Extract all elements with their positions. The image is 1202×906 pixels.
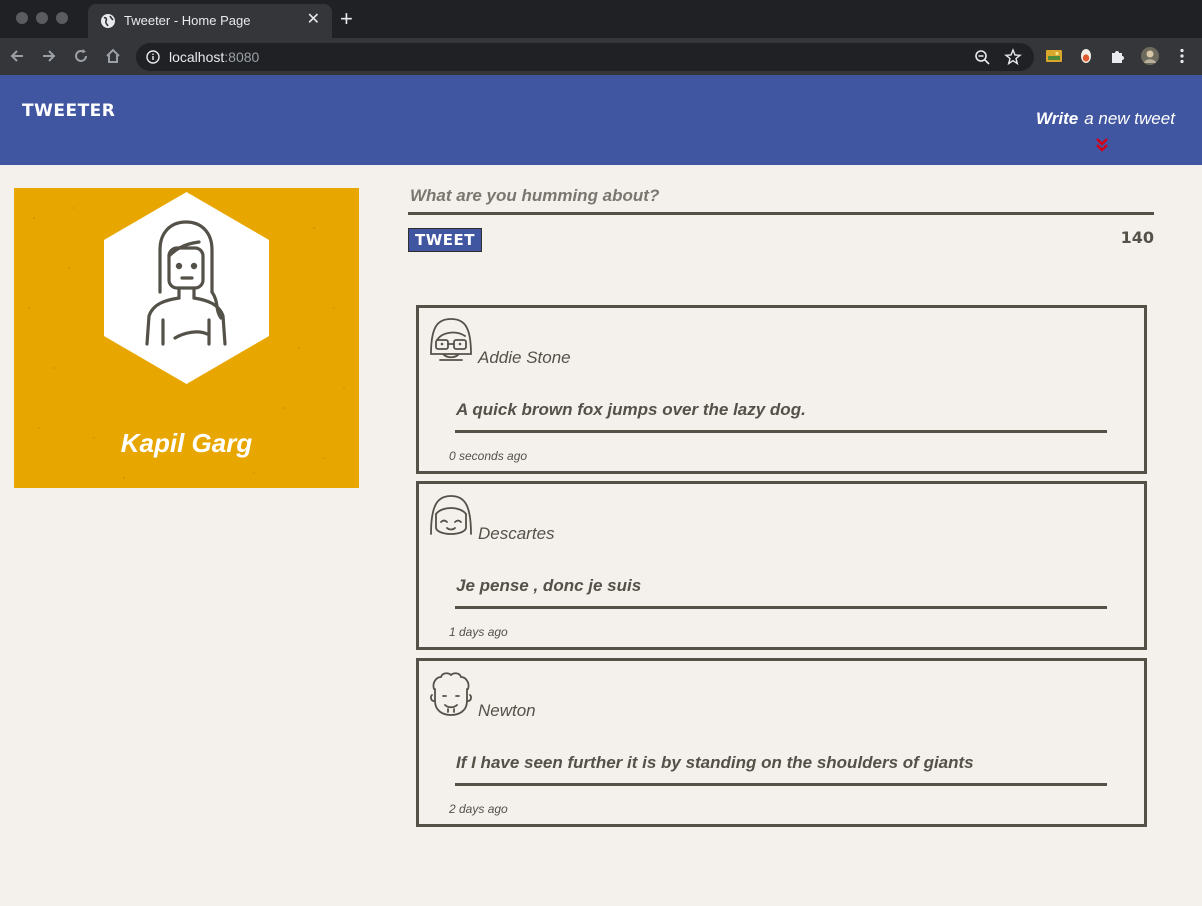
extension-pill-icon[interactable] [1077, 47, 1095, 65]
info-icon[interactable] [146, 50, 160, 64]
browser-tab-bar: Tweeter - Home Page ✕ + [0, 0, 1202, 38]
character-counter: 140 [1120, 228, 1154, 247]
globe-icon [101, 14, 115, 28]
window-zoom-dot[interactable] [56, 12, 68, 24]
tweet-author: Descartes [478, 524, 555, 543]
url-text: localhost:8080 [169, 49, 259, 65]
url-port: :8080 [224, 49, 260, 65]
app-logo[interactable]: TWEETER [22, 101, 115, 121]
browser-toolbar: localhost:8080 [0, 38, 1202, 75]
profile-avatar-icon[interactable] [1141, 47, 1159, 65]
tweet-author: Newton [478, 701, 536, 720]
app-header: TWEETER Write a new tweet [0, 75, 1202, 165]
tweet-timestamp: 1 days ago [449, 625, 508, 639]
tweet-composer: TWEET 140 [408, 180, 1154, 252]
back-arrow-icon[interactable] [7, 46, 27, 66]
tweet-author: Addie Stone [478, 348, 571, 367]
tweet-content: Je pense , donc je suis [456, 576, 642, 595]
tweet-divider [455, 430, 1107, 433]
tweet-content: If I have seen further it is by standing… [456, 753, 974, 772]
new-tab-button[interactable]: + [340, 7, 353, 31]
address-bar[interactable]: localhost:8080 [136, 43, 1034, 71]
profile-name: Kapil Garg [120, 428, 253, 458]
profile-card: Kapil Garg [14, 188, 359, 488]
compose-toggle-label: a new tweet [1084, 109, 1175, 128]
tweet-timestamp: 0 seconds ago [449, 449, 528, 463]
puzzle-extensions-icon[interactable] [1109, 47, 1127, 65]
zoom-out-icon[interactable] [974, 49, 990, 65]
home-icon[interactable] [103, 46, 123, 66]
browser-tab[interactable]: Tweeter - Home Page ✕ [88, 4, 332, 38]
tweet-divider [455, 606, 1107, 609]
curly-hair-avatar-icon [430, 672, 472, 716]
compose-toggle[interactable]: Write a new tweet [1036, 109, 1175, 129]
extension-screenshot-icon[interactable] [1045, 47, 1063, 65]
girl-glasses-avatar-icon [430, 318, 472, 361]
forward-arrow-icon[interactable] [39, 46, 59, 66]
tweet-divider [455, 783, 1107, 786]
bookmark-star-icon[interactable] [1004, 48, 1022, 66]
double-chevron-down-icon[interactable] [1095, 137, 1109, 153]
tab-close-icon[interactable]: ✕ [307, 11, 320, 29]
tweet-card: Newton If I have seen further it is by s… [416, 658, 1147, 827]
tab-title: Tweeter - Home Page [124, 13, 251, 28]
compose-toggle-bold: Write [1036, 109, 1079, 128]
window-close-dot[interactable] [16, 12, 28, 24]
window-minimize-dot[interactable] [36, 12, 48, 24]
girl-smiling-avatar-icon [430, 495, 472, 535]
url-host: localhost [169, 49, 225, 65]
menu-kebab-icon[interactable] [1173, 47, 1191, 65]
tweet-content: A quick brown fox jumps over the lazy do… [456, 400, 806, 419]
tweet-card: Addie Stone A quick brown fox jumps over… [416, 305, 1147, 474]
reload-icon[interactable] [71, 46, 91, 66]
tweet-input[interactable] [408, 180, 1154, 215]
tweet-submit-button[interactable]: TWEET [408, 228, 482, 252]
tweet-timestamp: 2 days ago [449, 802, 508, 816]
tweet-card: Descartes Je pense , donc je suis 1 days… [416, 481, 1147, 650]
profile-hexagon-avatar [104, 192, 269, 384]
